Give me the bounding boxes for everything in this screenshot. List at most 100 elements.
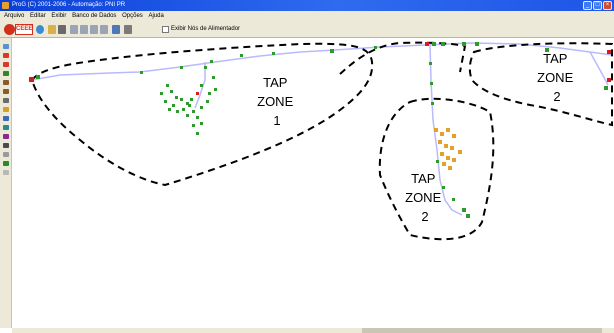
zone-1-label: TAP ZONE 1	[257, 75, 297, 128]
node	[450, 146, 454, 150]
tool-pointer-icon[interactable]	[3, 44, 9, 49]
substation-node	[29, 77, 34, 82]
menu-opcoes[interactable]: Opções	[122, 13, 143, 19]
minimize-button[interactable]: _	[583, 1, 592, 10]
node	[466, 214, 470, 218]
node	[208, 92, 211, 95]
menu-arquivo[interactable]: Arquivo	[4, 13, 24, 19]
node	[272, 52, 275, 55]
node	[475, 42, 479, 46]
node	[140, 71, 143, 74]
node	[176, 110, 179, 113]
menu-editar[interactable]: Editar	[30, 13, 46, 19]
node	[607, 50, 611, 54]
node	[190, 98, 193, 101]
zone-2-center-boundary	[378, 97, 495, 241]
node	[330, 49, 334, 53]
node	[170, 90, 173, 93]
title-bar: ProG (C) 2001-2006 - Automação: PNI PR _…	[0, 0, 614, 11]
menu-banco-de-dados[interactable]: Banco de Dados	[72, 13, 116, 19]
node	[442, 186, 445, 189]
zone-2-center-label-line1: TAP	[411, 171, 435, 186]
tool-cable-icon[interactable]	[3, 98, 9, 103]
node	[180, 66, 183, 69]
show-feeder-nodes-checkbox[interactable]	[162, 26, 169, 33]
zone-2-right-upper-boundary	[339, 41, 467, 75]
horizontal-scrollbar[interactable]	[12, 328, 614, 333]
node	[446, 128, 450, 132]
tool-switch-icon[interactable]	[3, 107, 9, 112]
maximize-button[interactable]: □	[593, 1, 602, 10]
node	[440, 152, 444, 156]
branch-line-right	[589, 51, 609, 86]
open-folder-icon[interactable]	[48, 25, 56, 34]
menu-exibir[interactable]: Exibir	[51, 13, 66, 19]
node	[442, 162, 446, 166]
pan-icon[interactable]	[90, 25, 98, 34]
node	[458, 150, 462, 154]
node	[240, 54, 243, 57]
zoom-out-icon[interactable]	[80, 25, 88, 34]
tool-capacitor-icon[interactable]	[3, 125, 9, 130]
tool-breaker-icon[interactable]	[3, 62, 9, 67]
node	[206, 100, 209, 103]
scrollbar-thumb[interactable]	[362, 328, 602, 333]
zone-2-right-label: TAP ZONE 2	[537, 51, 577, 104]
grid-icon[interactable]	[58, 25, 66, 34]
menu-bar: Arquivo Editar Exibir Banco de Dados Opç…	[0, 11, 614, 22]
tool-misc-icon[interactable]	[3, 170, 9, 175]
node	[204, 66, 207, 69]
node	[160, 92, 163, 95]
tool-regulator-icon[interactable]	[3, 134, 9, 139]
node	[430, 82, 433, 85]
zone-1-label-line1: TAP	[263, 75, 287, 90]
node	[168, 108, 171, 111]
tool-text-icon[interactable]	[3, 152, 9, 157]
map-canvas[interactable]: TAP ZONE 1 TAP ZONE 2 TAP ZONE 2	[12, 38, 614, 328]
ceee-logo-icon	[4, 24, 15, 35]
zone-2-right-label-line1: TAP	[543, 51, 567, 66]
node	[452, 134, 456, 138]
tool-fuse-icon[interactable]	[3, 143, 9, 148]
main-feeder-line	[31, 42, 613, 81]
node	[441, 42, 445, 46]
node	[431, 102, 434, 105]
tool-meter-icon[interactable]	[3, 116, 9, 121]
bar-chart-icon[interactable]	[112, 25, 120, 34]
node	[182, 108, 185, 111]
node	[164, 100, 167, 103]
zone-2-center-label-line2: ZONE	[405, 190, 441, 205]
select-icon[interactable]	[100, 25, 108, 34]
tool-pole-icon[interactable]	[3, 89, 9, 94]
zone-2-center-label-line3: 2	[421, 209, 428, 224]
zone-2-right-label-line3: 2	[553, 89, 560, 104]
zone-1-label-line2: ZONE	[257, 94, 293, 109]
node	[434, 128, 438, 132]
node	[452, 158, 456, 162]
network-nodes	[29, 42, 611, 218]
node	[374, 46, 377, 49]
app-icon	[2, 2, 9, 9]
zone-2-center-label: TAP ZONE 2	[405, 171, 445, 224]
node	[436, 160, 439, 163]
zoom-in-icon[interactable]	[70, 25, 78, 34]
node	[210, 60, 213, 63]
tool-node-icon[interactable]	[3, 71, 9, 76]
node	[438, 140, 442, 144]
globe-icon[interactable]	[36, 25, 44, 34]
node	[446, 156, 450, 160]
zone-2-right-label-line2: ZONE	[537, 70, 573, 85]
menu-ajuda[interactable]: Ajuda	[148, 13, 163, 19]
zone-1-boundary	[30, 42, 374, 187]
zone-1-label-line3: 1	[273, 113, 280, 128]
tool-transformer-icon[interactable]	[3, 80, 9, 85]
filter-icon[interactable]	[124, 25, 132, 34]
network-map: TAP ZONE 1 TAP ZONE 2 TAP ZONE 2	[29, 41, 613, 241]
tool-ground-icon[interactable]	[3, 161, 9, 166]
close-button[interactable]: ×	[603, 1, 612, 10]
tool-red-icon[interactable]	[3, 53, 9, 58]
node	[462, 208, 466, 212]
node	[175, 96, 178, 99]
node	[188, 104, 191, 107]
node	[36, 75, 40, 79]
